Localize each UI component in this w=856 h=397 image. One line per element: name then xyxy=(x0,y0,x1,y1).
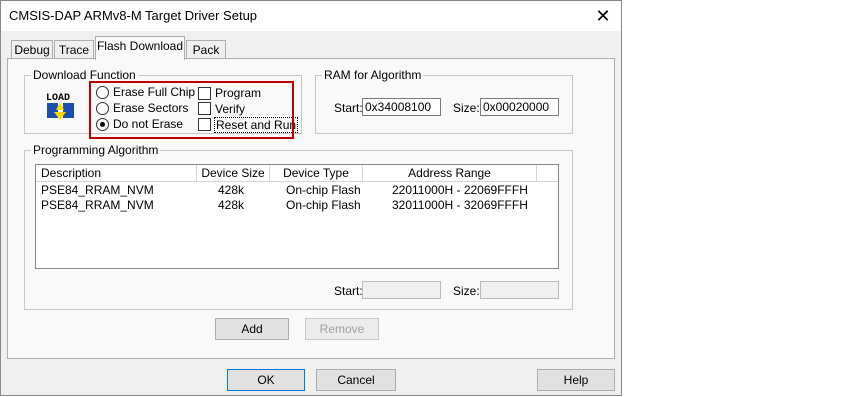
ok-button[interactable]: OK xyxy=(227,369,305,391)
load-icon-text: LOAD xyxy=(46,93,70,104)
ram-start-label: Start: xyxy=(334,101,363,115)
programming-algorithm-label: Programming Algorithm xyxy=(31,143,161,157)
ram-for-algorithm-label: RAM for Algorithm xyxy=(322,68,424,82)
table-row-2-size: 428k xyxy=(218,198,245,212)
help-button[interactable]: Help xyxy=(537,369,615,391)
table-row-2-range: 32011000H - 32069FFFH xyxy=(392,198,528,212)
cancel-button[interactable]: Cancel xyxy=(316,369,396,391)
algo-start-label: Start: xyxy=(334,284,363,298)
tab-flash-download[interactable]: Flash Download xyxy=(95,36,185,60)
add-button[interactable]: Add xyxy=(215,318,289,340)
column-address-range[interactable]: Address Range xyxy=(363,165,537,182)
table-row-2-description[interactable]: PSE84_RRAM_NVM xyxy=(41,198,154,212)
tab-debug[interactable]: Debug xyxy=(11,40,53,59)
ram-size-field[interactable]: 0x00020000 xyxy=(480,98,559,116)
algo-start-field xyxy=(362,281,441,299)
table-row-1-size: 428k xyxy=(218,183,245,197)
algorithm-list[interactable]: Description Device Size Device Type Addr… xyxy=(35,164,559,269)
table-row-1-type: On-chip Flash xyxy=(286,183,361,197)
close-icon[interactable]: ✕ xyxy=(591,4,615,28)
algo-size-field xyxy=(480,281,559,299)
ram-size-label: Size: xyxy=(453,101,480,115)
column-description[interactable]: Description xyxy=(36,165,197,182)
column-device-size[interactable]: Device Size xyxy=(197,165,270,182)
dialog-window: CMSIS-DAP ARMv8-M Target Driver Setup ✕ … xyxy=(0,0,622,396)
algo-size-label: Size: xyxy=(453,284,480,298)
table-row-1-range: 22011000H - 22069FFFH xyxy=(392,183,528,197)
tab-pack[interactable]: Pack xyxy=(186,40,226,59)
download-function-label: Download Function xyxy=(31,68,138,82)
highlight-box xyxy=(89,81,294,139)
table-row-2-type: On-chip Flash xyxy=(286,198,361,212)
tab-trace[interactable]: Trace xyxy=(54,40,94,59)
remove-button: Remove xyxy=(305,318,379,340)
window-title: CMSIS-DAP ARMv8-M Target Driver Setup xyxy=(9,8,258,23)
table-row-1-description[interactable]: PSE84_RRAM_NVM xyxy=(41,183,154,197)
column-device-type[interactable]: Device Type xyxy=(270,165,363,182)
title-bar: CMSIS-DAP ARMv8-M Target Driver Setup ✕ xyxy=(1,1,621,31)
column-filler xyxy=(537,165,558,182)
ram-start-field[interactable]: 0x34008100 xyxy=(362,98,441,116)
load-icon: LOAD xyxy=(46,93,74,120)
